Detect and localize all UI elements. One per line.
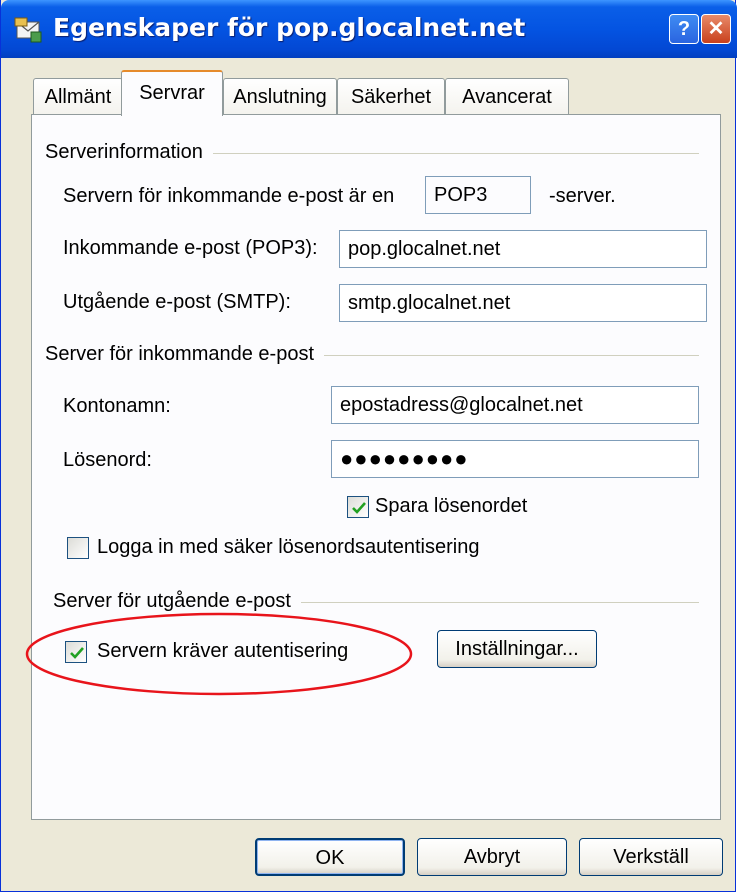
outgoing-server-input[interactable]: smtp.glocalnet.net — [339, 284, 707, 322]
apply-button[interactable]: Verkställ — [579, 838, 723, 876]
close-icon: ✕ — [707, 18, 725, 40]
tab-allmant[interactable]: Allmänt — [33, 78, 123, 114]
checkmark-icon — [352, 502, 366, 514]
help-icon: ? — [677, 18, 691, 40]
account-name-label: Kontonamn: — [63, 395, 171, 417]
tab-label: Anslutning — [233, 86, 327, 108]
title-bar[interactable]: Egenskaper för pop.glocalnet.net ? ✕ — [1, 0, 737, 58]
close-button[interactable]: ✕ — [701, 14, 731, 44]
tab-label: Avancerat — [462, 86, 552, 108]
properties-dialog: Egenskaper för pop.glocalnet.net ? ✕ All… — [0, 0, 737, 892]
incoming-type-label: Servern för inkommande e-post är en — [63, 185, 395, 207]
save-password-checkbox[interactable] — [347, 496, 369, 518]
tab-anslutning[interactable]: Anslutning — [223, 78, 337, 114]
account-name-input[interactable]: epostadress@glocalnet.net — [331, 386, 699, 424]
tab-servrar[interactable]: Servrar — [121, 70, 223, 116]
password-input[interactable]: ●●●●●●●●● — [331, 440, 699, 478]
incoming-type-suffix: -server. — [549, 185, 616, 207]
ok-button[interactable]: OK — [255, 838, 405, 876]
incoming-server-label: Inkommande e-post (POP3): — [63, 237, 318, 259]
tab-avancerat[interactable]: Avancerat — [445, 78, 569, 114]
incoming-type-field: POP3 — [425, 176, 531, 214]
help-button[interactable]: ? — [669, 14, 699, 44]
tab-label: Säkerhet — [350, 86, 432, 108]
spa-checkbox[interactable] — [67, 537, 89, 559]
tab-label: Servrar — [139, 82, 205, 104]
outgoing-server-label: Utgående e-post (SMTP): — [63, 291, 291, 313]
mail-properties-icon — [14, 17, 42, 43]
annotation-ellipse — [25, 612, 413, 696]
incoming-server-input[interactable]: pop.glocalnet.net — [339, 230, 707, 268]
spa-label[interactable]: Logga in med säker lösenordsautentiserin… — [97, 536, 479, 559]
tab-label: Allmänt — [44, 86, 112, 108]
window-title: Egenskaper för pop.glocalnet.net — [53, 13, 526, 42]
cancel-button[interactable]: Avbryt — [417, 838, 567, 876]
save-password-label[interactable]: Spara lösenordet — [375, 495, 527, 518]
group-label-serverinformation: Serverinformation — [45, 141, 213, 164]
password-label: Lösenord: — [63, 449, 152, 471]
group-label-incoming-server: Server för inkommande e-post — [45, 343, 325, 366]
tab-sakerhet[interactable]: Säkerhet — [337, 78, 445, 114]
settings-button[interactable]: Inställningar... — [437, 630, 597, 668]
